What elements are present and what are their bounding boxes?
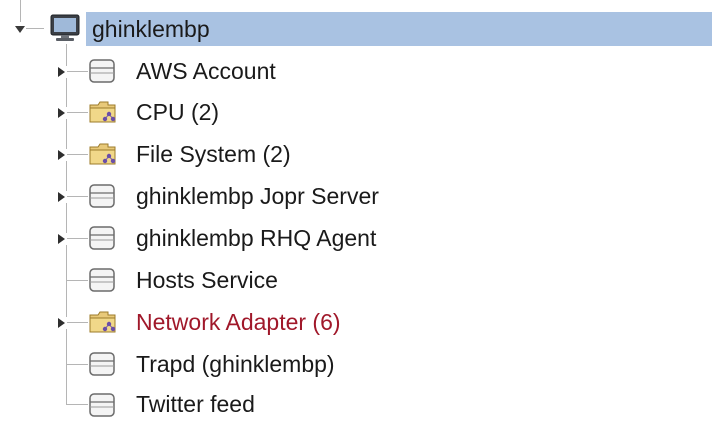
service-icon (88, 183, 116, 209)
group-folder-icon (88, 99, 116, 125)
tree-row-label: AWS Account (136, 58, 276, 84)
group-folder-icon (88, 141, 116, 167)
triangle-down-icon (15, 26, 25, 33)
tree-line-h (66, 154, 88, 155)
tree-row-hosts-service[interactable]: Hosts Service (136, 260, 278, 300)
tree-row-trapd[interactable]: Trapd (ghinklembp) (136, 344, 335, 384)
tree-row-network-adapter[interactable]: Network Adapter (6) (136, 302, 341, 342)
tree-line-h (66, 238, 88, 239)
service-icon (88, 225, 116, 251)
tree-line-h (66, 71, 88, 72)
expand-toggle[interactable] (55, 232, 67, 245)
group-folder-icon (88, 309, 116, 335)
triangle-right-icon (55, 191, 67, 203)
expand-toggle[interactable] (55, 316, 67, 329)
tree-line-children (66, 44, 67, 404)
resource-tree: ghinklembp AWS Account CPU (2) File Syst… (0, 0, 712, 418)
tree-row-label: Trapd (ghinklembp) (136, 351, 335, 377)
tree-row-jopr-server[interactable]: ghinklembp Jopr Server (136, 176, 379, 216)
triangle-right-icon (55, 233, 67, 245)
tree-row-label: ghinklembp (92, 16, 210, 42)
expand-toggle-root[interactable] (14, 22, 26, 34)
triangle-right-icon (55, 149, 67, 161)
tree-row-rhq-agent[interactable]: ghinklembp RHQ Agent (136, 218, 376, 258)
tree-row-aws-account[interactable]: AWS Account (136, 51, 276, 91)
expand-toggle[interactable] (55, 106, 67, 119)
tree-line-root-h (26, 28, 44, 29)
expand-toggle[interactable] (55, 65, 67, 78)
tree-row-label: Network Adapter (6) (136, 309, 341, 335)
tree-row-cpu[interactable]: CPU (2) (136, 92, 219, 132)
service-icon (88, 392, 116, 418)
tree-line-h (66, 196, 88, 197)
tree-row-label: ghinklembp RHQ Agent (136, 225, 377, 251)
tree-line-h (66, 280, 88, 281)
tree-row-label: CPU (2) (136, 99, 220, 125)
tree-row-label: Hosts Service (136, 267, 278, 293)
triangle-right-icon (55, 317, 67, 329)
service-icon (88, 351, 116, 377)
triangle-right-icon (55, 107, 67, 119)
triangle-right-icon (55, 66, 67, 78)
expand-toggle[interactable] (55, 190, 67, 203)
tree-row-twitter-feed[interactable]: Twitter feed (136, 384, 255, 424)
tree-row-file-system[interactable]: File System (2) (136, 134, 291, 174)
tree-line-h (66, 322, 88, 323)
expand-toggle[interactable] (55, 148, 67, 161)
service-icon (88, 267, 116, 293)
tree-line-root-top (20, 0, 21, 22)
tree-row-label: File System (2) (136, 141, 291, 167)
tree-line-h (66, 404, 88, 405)
computer-icon (50, 14, 80, 41)
tree-row-label: Twitter feed (136, 391, 255, 417)
tree-line-h (66, 364, 88, 365)
tree-row-root[interactable]: ghinklembp (92, 9, 210, 49)
tree-line-h (66, 112, 88, 113)
tree-row-label: ghinklembp Jopr Server (136, 183, 379, 209)
service-icon (88, 58, 116, 84)
